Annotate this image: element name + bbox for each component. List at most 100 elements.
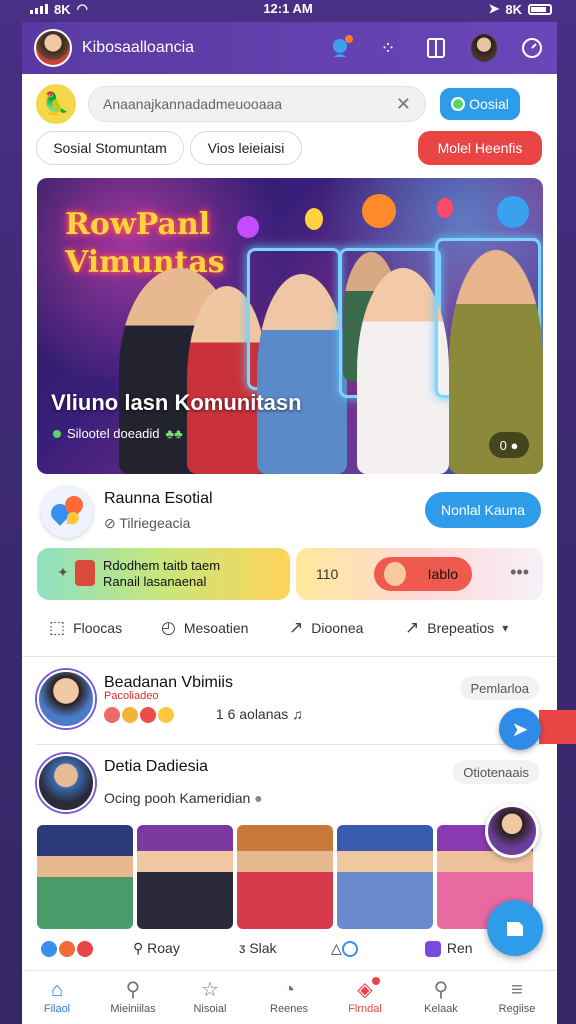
reaction-icon <box>59 941 75 958</box>
action-message[interactable]: ◴ Mesoatien <box>161 618 248 638</box>
reaction-icon <box>158 707 174 724</box>
app-logo-icon[interactable]: 🦜 <box>36 84 76 124</box>
compass-icon[interactable] <box>519 35 545 61</box>
stats-card[interactable]: 110 Iablo ••• <box>296 548 543 600</box>
reply-action[interactable]: ⚲ Roay <box>133 940 180 957</box>
balloon-icon <box>237 216 259 238</box>
star-icon: ☆ <box>201 979 219 1001</box>
globe-icon: ● <box>254 790 263 806</box>
nav-friends[interactable]: ◈ Flrndal <box>332 975 398 1015</box>
compose-button[interactable] <box>487 900 543 956</box>
social-button[interactable]: Oosial <box>440 88 520 120</box>
chip-videos[interactable]: Vios leieiaisi <box>190 131 302 165</box>
nav-label: Mieiniilas <box>110 1003 156 1015</box>
reaction-bar: ⚲ Roay ᴣ Slak △ Ren <box>37 936 543 962</box>
promo-line-2: Ranail lasanaenal <box>103 574 207 589</box>
community-logo-icon[interactable] <box>41 486 93 538</box>
sparkle-icon[interactable]: ⁘ <box>375 35 401 61</box>
share-action[interactable]: △ <box>331 940 360 958</box>
friend-avatar[interactable] <box>471 34 497 62</box>
battery-icon <box>528 3 552 15</box>
tablet-icon[interactable] <box>423 35 449 61</box>
app-title: Kibosaalloancia <box>82 39 195 56</box>
more-icon[interactable]: ••• <box>510 562 529 583</box>
divider <box>22 656 557 657</box>
forward-icon: ↗ <box>405 618 420 637</box>
notification-badge <box>370 975 382 987</box>
community-row: Raunna Esotial ⊘ Tilriegeacia Nonlal Kau… <box>37 484 543 540</box>
action-label: Mesoatien <box>183 620 249 636</box>
reaction-icon <box>77 941 93 958</box>
action-share[interactable]: ↗ Dioonea <box>289 618 363 638</box>
list-item[interactable]: Detia Dadiesia Ocing pooh Kameridian ● O… <box>37 754 543 824</box>
table-button[interactable]: Iablo <box>374 557 472 591</box>
promo-card[interactable]: ✦ Rdodhem taitb taem Ranail lasanaenal <box>37 548 290 600</box>
battery-label: 8K <box>505 1 522 17</box>
send-button[interactable]: ➤ <box>499 708 541 750</box>
action-repeat[interactable]: ↗ Brepeatios ▾ <box>405 618 508 638</box>
status-badge[interactable]: Pemlarloa <box>460 676 539 700</box>
home-icon: ⌂ <box>50 979 64 1001</box>
stack-action[interactable]: ᴣ Slak <box>239 940 277 956</box>
search-row: 🦜 Anaanajkannadadmeuooaaa ✕ Oosial <box>36 84 543 124</box>
sparkle-icon: ✦ <box>57 564 69 580</box>
hash-icon: ᴣ <box>239 940 250 956</box>
hero-banner[interactable]: RowPanl Vimuntas Vliuno lasn Komunitasn … <box>37 178 543 474</box>
post-info-text: Ocing pooh Kameridian <box>104 790 251 806</box>
gallery-photo[interactable] <box>137 825 233 929</box>
gallery-photo[interactable] <box>237 825 333 929</box>
join-button[interactable]: Nonlal Kauna <box>425 492 541 528</box>
reply-label: Roay <box>147 940 180 956</box>
chip-trending[interactable]: Molel Heenfis <box>418 131 542 165</box>
compose-icon <box>507 922 523 936</box>
timer-icon: ◴ <box>161 618 176 637</box>
reaction-icons[interactable] <box>41 940 95 958</box>
balloon-icon <box>497 196 529 228</box>
action-bar: ⬚ Floocas ◴ Mesoatien ↗ Dioonea ↗ Brepeatios… <box>37 614 543 644</box>
gallery-photo[interactable] <box>337 825 433 929</box>
status-dot-icon <box>451 97 466 111</box>
nav-explore[interactable]: ⚲ Kelaak <box>408 977 474 1015</box>
table-button-label: Iablo <box>427 566 458 582</box>
search-icon: ⚲ <box>133 940 148 956</box>
action-floocas[interactable]: ⬚ Floocas <box>49 618 122 638</box>
profile-avatar[interactable] <box>34 29 72 67</box>
reaction-icon <box>122 707 138 724</box>
status-bar: 8K ◠ 12:1 AM ➤ 8K <box>0 0 576 18</box>
nav-social[interactable]: ☆ Nisoial <box>177 977 243 1015</box>
floating-avatar[interactable] <box>485 804 539 858</box>
play-action[interactable]: Ren <box>425 940 473 958</box>
nav-label: Kelaak <box>424 1003 458 1015</box>
nav-news[interactable]: ◔ Reenes <box>256 977 322 1015</box>
list-item[interactable]: Beadanan Vbimiis Pacoliadeo 1 6 aolanas … <box>37 670 543 740</box>
menu-icon: ≡ <box>511 979 523 1001</box>
side-tab[interactable] <box>539 710 576 744</box>
avatar[interactable] <box>37 670 95 728</box>
hero-subtitle-text: Silootel doeadid <box>67 426 160 441</box>
search-input[interactable]: Anaanajkannadadmeuooaaa ✕ <box>88 86 426 122</box>
status-badge[interactable]: Otiotenaais <box>453 760 539 784</box>
share-icon: ↗ <box>289 618 304 637</box>
notification-icon[interactable] <box>327 35 353 61</box>
nav-home[interactable]: ⌂ Filaol <box>24 977 90 1015</box>
filter-chips: Sosial Stomuntam Vios leieiaisi Molel He… <box>36 131 543 165</box>
nav-label: Regiise <box>498 1003 536 1015</box>
action-label: Floocas <box>73 620 123 636</box>
post-info: 1 6 aolanas ♫ <box>104 706 303 724</box>
nav-search[interactable]: ⚲ Mieiniilas <box>100 977 166 1015</box>
avatar[interactable] <box>37 754 95 812</box>
close-icon[interactable]: ✕ <box>396 94 411 115</box>
balloon-icon <box>305 208 323 230</box>
mute-toggle[interactable]: 0 ● <box>489 432 529 458</box>
play-label: Ren <box>446 940 473 956</box>
reaction-icon <box>104 707 120 724</box>
magnifier-icon: ⚲ <box>433 979 449 1001</box>
gallery-photo[interactable] <box>37 825 133 929</box>
nav-menu[interactable]: ≡ Regiise <box>484 977 550 1015</box>
promo-line-1: Rdodhem taitb taem <box>103 558 221 573</box>
person-figure <box>257 274 347 474</box>
chip-social-community[interactable]: Sosial Stomuntam <box>36 131 184 165</box>
neon-line-1: RowPanl <box>65 207 211 242</box>
nav-label: Flrndal <box>348 1003 382 1015</box>
circle-icon <box>341 941 358 958</box>
